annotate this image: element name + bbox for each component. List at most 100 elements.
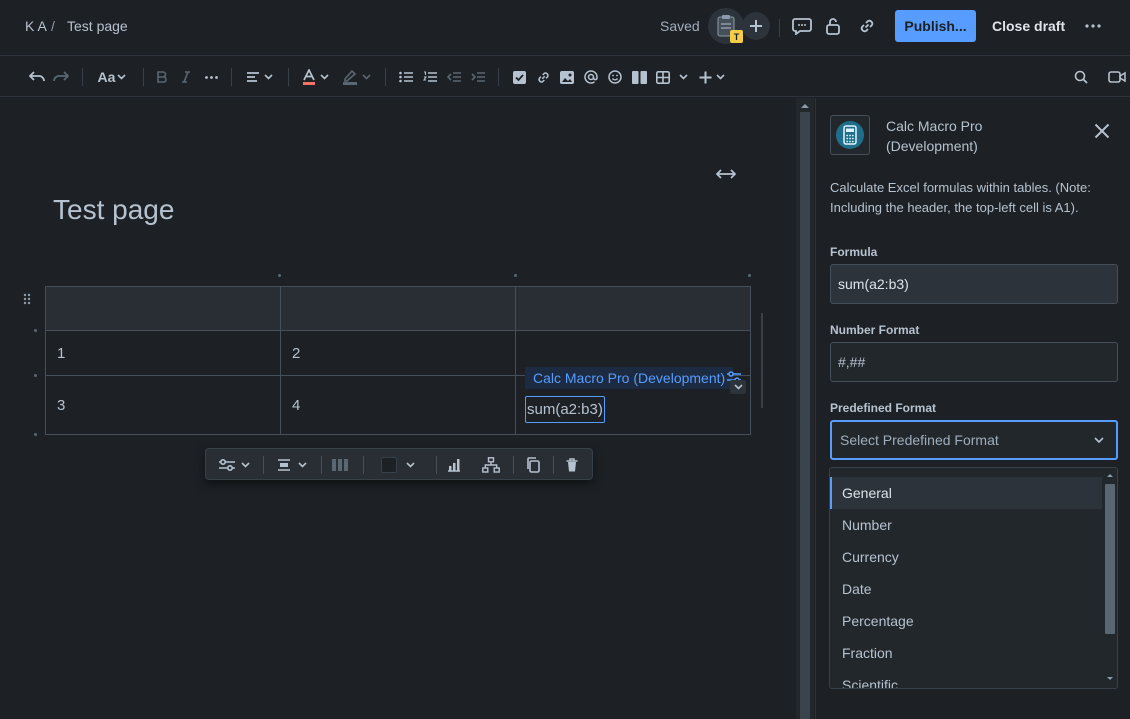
formula-input[interactable]: sum(a2:b3) — [830, 264, 1118, 304]
bullet-list-button[interactable] — [397, 57, 415, 97]
more-actions-button[interactable] — [1081, 14, 1105, 38]
option-currency[interactable]: Currency — [830, 541, 1102, 573]
breadcrumb-page[interactable]: Test page — [67, 18, 128, 34]
emoji-button[interactable] — [606, 57, 624, 97]
formula-label: Formula — [830, 245, 878, 259]
insert-chart-button[interactable] — [444, 449, 464, 481]
text-color-dropdown[interactable] — [299, 57, 331, 97]
app-logo — [830, 115, 870, 155]
italic-button[interactable] — [178, 57, 194, 97]
outdent-button[interactable] — [445, 57, 463, 97]
undo-button[interactable] — [27, 57, 47, 97]
option-number[interactable]: Number — [830, 509, 1102, 541]
video-icon — [1108, 71, 1126, 83]
column-handle[interactable] — [278, 274, 281, 277]
indent-icon — [471, 72, 485, 82]
bold-button[interactable] — [154, 57, 170, 97]
more-horizontal-icon — [204, 75, 218, 79]
insert-link-button[interactable] — [534, 57, 552, 97]
dropdown-scrollbar-thumb[interactable] — [1105, 484, 1115, 634]
divider — [779, 19, 780, 37]
action-item-button[interactable] — [510, 57, 528, 97]
chevron-down-icon — [117, 74, 127, 80]
more-formatting-button[interactable] — [202, 57, 220, 97]
find-replace-button[interactable] — [1072, 57, 1090, 97]
chevron-down-icon — [733, 384, 743, 390]
predefined-format-options: General Number Currency Date Percentage … — [829, 467, 1118, 689]
number-format-input[interactable]: #,## — [830, 342, 1118, 382]
table-header-cell[interactable] — [280, 286, 516, 331]
text-style-dropdown[interactable]: Aa — [94, 57, 130, 97]
comments-button[interactable] — [790, 14, 814, 38]
column-handle[interactable] — [514, 274, 517, 277]
restrictions-button[interactable] — [822, 14, 844, 38]
macro-expand-button[interactable] — [730, 380, 746, 394]
table-dropdown[interactable] — [654, 57, 690, 97]
highlight-dropdown[interactable] — [340, 57, 372, 97]
option-percentage[interactable]: Percentage — [830, 605, 1102, 637]
cell-background-dropdown[interactable] — [378, 449, 418, 481]
redo-button[interactable] — [51, 57, 71, 97]
unlock-icon — [826, 18, 840, 35]
link-icon — [537, 71, 549, 83]
publish-button[interactable]: Publish... — [895, 10, 976, 42]
calculator-icon — [836, 121, 864, 149]
divider — [363, 456, 364, 474]
insert-image-button[interactable] — [558, 57, 576, 97]
table-cell[interactable]: 4 — [280, 375, 516, 435]
breadcrumb-space[interactable]: K A — [25, 18, 47, 34]
chevron-down-icon — [298, 462, 307, 468]
option-date[interactable]: Date — [830, 573, 1102, 605]
predefined-format-select[interactable]: Select Predefined Format — [830, 420, 1118, 460]
table-cell[interactable]: 2 — [280, 330, 516, 376]
copy-link-button[interactable] — [856, 14, 878, 38]
macro-label-chip[interactable]: Calc Macro Pro (Development) — [525, 367, 734, 389]
page-title[interactable]: Test page — [53, 194, 174, 226]
alignment-dropdown[interactable] — [243, 57, 275, 97]
copy-table-button[interactable] — [522, 449, 544, 481]
table-header-cell[interactable] — [45, 286, 281, 331]
table-header-cell[interactable] — [515, 286, 751, 331]
columns-icon — [332, 459, 348, 471]
row-handle[interactable] — [34, 433, 37, 436]
distribute-columns-button[interactable] — [328, 449, 352, 481]
outdent-icon — [447, 72, 461, 82]
search-icon — [1074, 70, 1088, 84]
divider — [231, 68, 232, 86]
mention-button[interactable] — [582, 57, 600, 97]
row-handle[interactable] — [34, 329, 37, 332]
layouts-button[interactable] — [630, 57, 648, 97]
text-style-label: Aa — [97, 69, 116, 85]
table-options-dropdown[interactable] — [214, 449, 254, 481]
add-collaborator-button[interactable] — [742, 12, 770, 40]
scrollbar-thumb[interactable] — [800, 112, 810, 719]
trash-icon — [566, 458, 578, 472]
close-draft-button[interactable]: Close draft — [992, 18, 1065, 34]
numbered-list-button[interactable] — [421, 57, 439, 97]
macro-output[interactable]: sum(a2:b3) — [525, 396, 605, 423]
option-general[interactable]: General — [830, 477, 1102, 509]
record-video-button[interactable] — [1107, 57, 1127, 97]
cell-alignment-dropdown[interactable] — [272, 449, 312, 481]
table-cell[interactable]: 1 — [45, 330, 281, 376]
editor-scrollbar[interactable] — [796, 98, 814, 719]
dropdown-scrollbar[interactable] — [1103, 468, 1117, 688]
full-width-toggle[interactable] — [714, 164, 738, 184]
delete-table-button[interactable] — [562, 449, 582, 481]
insert-more-dropdown[interactable] — [697, 57, 727, 97]
avatar[interactable]: T — [708, 8, 744, 44]
panel-title-line2: (Development) — [886, 138, 978, 154]
indent-button[interactable] — [469, 57, 487, 97]
option-fraction[interactable]: Fraction — [830, 637, 1102, 669]
option-scientific[interactable]: Scientific — [830, 669, 1102, 688]
chevron-down-icon — [361, 74, 371, 80]
column-handle[interactable] — [748, 274, 751, 277]
italic-icon — [182, 71, 190, 83]
row-handle[interactable] — [34, 374, 37, 377]
table-cell[interactable]: 3 — [45, 375, 281, 435]
drag-handle[interactable] — [21, 292, 33, 306]
close-panel-button[interactable] — [1090, 119, 1114, 143]
divider — [553, 456, 554, 474]
hierarchy-button[interactable] — [479, 449, 503, 481]
close-icon — [1094, 123, 1110, 139]
